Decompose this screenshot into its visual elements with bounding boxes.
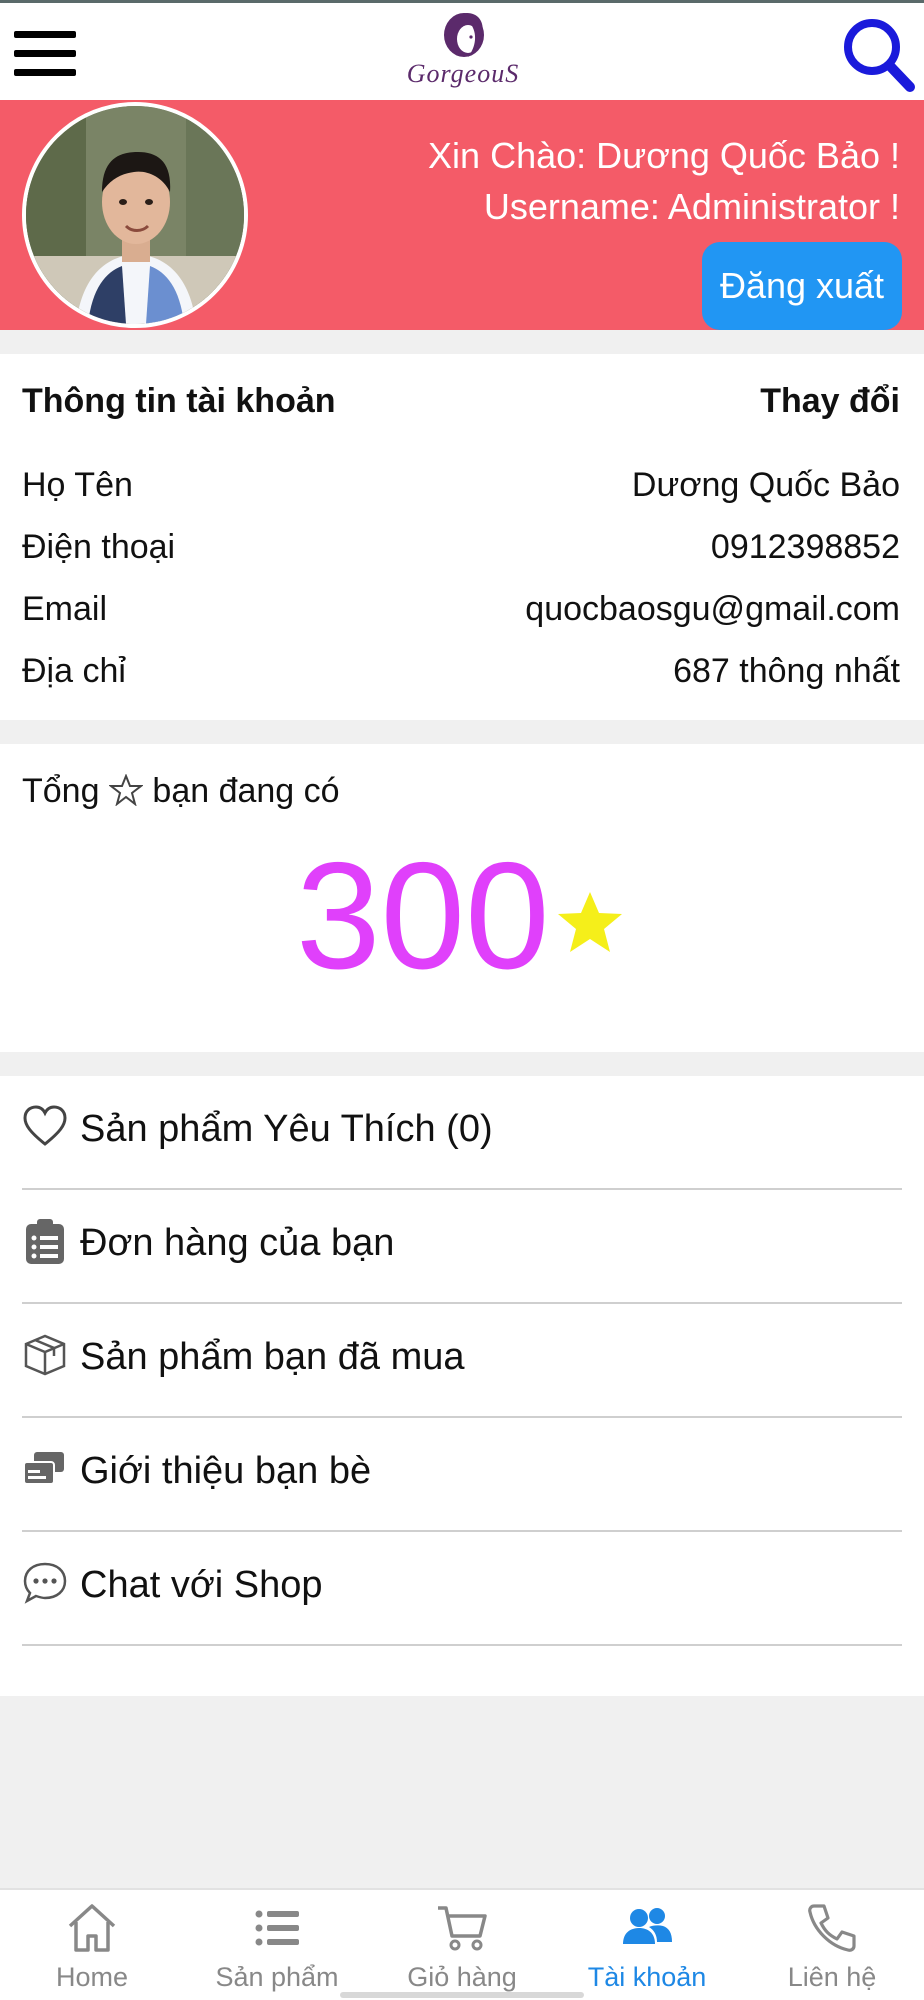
list-icon (255, 1910, 299, 1946)
chat-bubble-icon (23, 1562, 67, 1604)
star-icon (558, 892, 622, 952)
nav-products[interactable]: Sản phẩm (185, 1890, 369, 2000)
username-text: Username: Administrator ! (483, 186, 900, 227)
share-cards-icon (23, 1452, 64, 1485)
nav-label: Sản phẩm (215, 1962, 339, 1992)
search-icon[interactable] (838, 11, 918, 95)
nav-label: Home (55, 1962, 129, 1992)
info-label: Họ Tên (22, 466, 133, 504)
menu-item-label: Sản phẩm bạn đã mua (80, 1336, 465, 1378)
menu-item-refer-friends[interactable]: Giới thiệu bạn bè (22, 1418, 902, 1532)
account-page: GorgeouS Xin Chào: Dương Quốc Bảo ! User… (0, 0, 924, 2000)
menu-item-label: Giới thiệu bạn bè (80, 1450, 372, 1492)
menu-item-label: Sản phẩm Yêu Thích (0) (80, 1108, 493, 1150)
stars-card: Tổng bạn đang có 300 (0, 744, 924, 1052)
stars-label: Tổng bạn đang có (22, 772, 340, 811)
info-value: 687 thông nhất (673, 652, 900, 690)
top-header: GorgeouS (0, 0, 924, 100)
menu-item-label: Chat với Shop (80, 1564, 323, 1606)
stars-label-prefix: Tổng (22, 772, 100, 810)
account-info-title: Thông tin tài khoản (22, 382, 336, 420)
avatar[interactable] (22, 102, 248, 328)
menu-item-purchased[interactable]: Sản phẩm bạn đã mua (22, 1304, 902, 1418)
info-value: quocbaosgu@gmail.com (525, 590, 900, 628)
greeting-block: Xin Chào: Dương Quốc Bảo ! Username: Adm… (428, 130, 900, 232)
info-label: Địa chỉ (22, 652, 126, 690)
info-label: Email (22, 590, 108, 628)
greeting-text: Xin Chào: Dương Quốc Bảo ! (428, 135, 900, 176)
info-label: Điện thoại (22, 528, 176, 566)
clipboard-list-icon (26, 1219, 64, 1264)
menu-item-label: Đơn hàng của bạn (80, 1222, 395, 1264)
info-row-address: Địa chỉ 687 thông nhất (22, 652, 900, 702)
home-indicator[interactable] (340, 1992, 584, 1998)
nav-label: Giỏ hàng (407, 1962, 517, 1992)
nav-account[interactable]: Tài khoản (555, 1890, 739, 2000)
account-info-card: Thông tin tài khoản Thay đổi Họ Tên Dươn… (0, 354, 924, 720)
logo-face-icon (444, 13, 484, 57)
logo-text: GorgeouS (406, 59, 520, 88)
logout-button[interactable]: Đăng xuất (702, 242, 902, 330)
stars-label-suffix: bạn đang có (152, 772, 340, 810)
menu-item-orders[interactable]: Đơn hàng của bạn (22, 1190, 902, 1304)
info-row-phone: Điện thoại 0912398852 (22, 528, 900, 578)
hamburger-menu-icon[interactable] (14, 31, 76, 77)
info-row-email: Email quocbaosgu@gmail.com (22, 590, 900, 640)
info-value: Dương Quốc Bảo (631, 466, 900, 504)
heart-icon (23, 1105, 67, 1146)
info-row-name: Họ Tên Dương Quốc Bảo (22, 466, 900, 516)
phone-icon (808, 1904, 856, 1952)
profile-banner: Xin Chào: Dương Quốc Bảo ! Username: Adm… (0, 100, 924, 330)
nav-contact[interactable]: Liên hệ (740, 1890, 924, 2000)
box-icon (24, 1334, 66, 1376)
nav-label: Liên hệ (787, 1962, 877, 1992)
brand-logo[interactable]: GorgeouS (398, 9, 528, 97)
menu-item-favorites[interactable]: Sản phẩm Yêu Thích (0) (22, 1076, 902, 1190)
bottom-nav: Home Sản phẩm Giỏ hàng Tài khoản Liên hệ (0, 1888, 924, 2000)
users-icon (623, 1908, 672, 1944)
home-icon (68, 1904, 116, 1952)
menu-item-chat[interactable]: Chat với Shop (22, 1532, 902, 1646)
nav-home[interactable]: Home (0, 1890, 184, 2000)
account-menu-card: Sản phẩm Yêu Thích (0) Đơn hàng của bạn … (0, 1076, 924, 1696)
edit-account-link[interactable]: Thay đổi (760, 382, 900, 421)
nav-label: Tài khoản (587, 1962, 707, 1992)
outline-star-icon (108, 773, 144, 807)
info-value: 0912398852 (710, 528, 900, 566)
stars-value: 300 (296, 831, 550, 1001)
nav-cart[interactable]: Giỏ hàng (370, 1890, 554, 2000)
cart-icon (438, 1906, 487, 1951)
